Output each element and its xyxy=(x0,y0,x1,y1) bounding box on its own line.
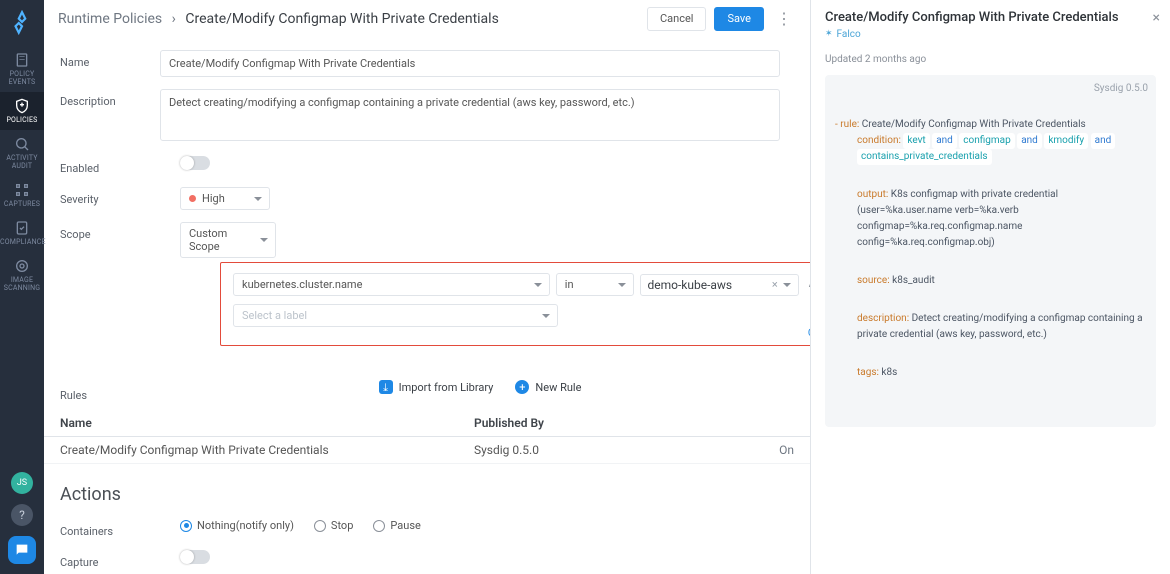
enabled-label: Enabled xyxy=(60,156,180,175)
actions-section-title: Actions xyxy=(44,464,810,513)
rules-label: Rules xyxy=(60,383,180,402)
name-input[interactable] xyxy=(160,50,780,77)
scope-add-select[interactable]: Select a label xyxy=(233,304,558,327)
close-icon[interactable]: × xyxy=(1153,10,1160,26)
col-name-header: Name xyxy=(60,416,474,430)
nav-policy-events[interactable]: POLICY EVENTS xyxy=(0,46,44,92)
new-rule-button[interactable]: + New Rule xyxy=(515,380,581,394)
user-avatar[interactable]: JS xyxy=(11,472,33,494)
import-library-button[interactable]: ⤓ Import from Library xyxy=(379,380,494,394)
plus-icon: + xyxy=(515,380,529,394)
radio-dot-icon xyxy=(314,520,326,532)
app-sidebar: POLICY EVENTS POLICIES ACTIVITY AUDIT CA… xyxy=(0,0,44,574)
capture-toggle[interactable] xyxy=(180,550,210,564)
breadcrumb-current: Create/Modify Configmap With Private Cre… xyxy=(185,11,498,27)
scope-value-tag: demo-kube-aws xyxy=(647,278,732,292)
rule-name-cell: Create/Modify Configmap With Private Cre… xyxy=(60,443,474,457)
rule-publisher-cell: Sysdig 0.5.0 xyxy=(474,443,754,457)
nav-label: CAPTURES xyxy=(0,200,44,208)
scope-operator-select[interactable]: in xyxy=(556,273,635,296)
description-input[interactable]: Detect creating/modifying a configmap co… xyxy=(160,89,780,141)
nav-label: POLICIES xyxy=(0,116,44,124)
radio-pause[interactable]: Pause xyxy=(373,519,420,532)
capture-label: Capture xyxy=(60,550,180,569)
save-button[interactable]: Save xyxy=(714,7,764,31)
severity-dot-icon xyxy=(189,195,196,202)
table-row[interactable]: Create/Modify Configmap With Private Cre… xyxy=(44,437,810,464)
radio-dot-icon xyxy=(373,520,385,532)
scope-key-select[interactable]: kubernetes.cluster.name xyxy=(233,273,550,296)
rule-on-cell: On xyxy=(754,443,794,457)
import-label: Import from Library xyxy=(399,381,494,394)
nav-activity-audit[interactable]: ACTIVITY AUDIT xyxy=(0,130,44,176)
scope-value-input[interactable]: demo-kube-aws × xyxy=(640,274,798,296)
name-label: Name xyxy=(60,50,160,69)
rule-detail-panel: × Create/Modify Configmap With Private C… xyxy=(810,0,1170,574)
scope-filter-box: kubernetes.cluster.name in demo-kube-aws… xyxy=(220,262,810,346)
falco-tag: Falco xyxy=(825,29,861,40)
tag-remove-icon[interactable]: × xyxy=(772,278,778,291)
enabled-toggle[interactable] xyxy=(180,156,210,170)
help-button[interactable]: ? xyxy=(11,504,33,526)
nav-label: ACTIVITY AUDIT xyxy=(0,154,44,170)
new-rule-label: New Rule xyxy=(535,381,581,394)
nav-label: POLICY EVENTS xyxy=(0,70,44,86)
nav-captures[interactable]: CAPTURES xyxy=(0,176,44,214)
scope-placeholder: Select a label xyxy=(242,309,307,322)
nav-compliance[interactable]: COMPLIANCE xyxy=(0,214,44,252)
import-icon: ⤓ xyxy=(379,380,393,394)
rules-table-header: Name Published By xyxy=(44,410,810,437)
nav-image-scanning[interactable]: IMAGE SCANNING xyxy=(0,252,44,298)
breadcrumb-sep: › xyxy=(172,11,176,27)
nav-label: COMPLIANCE xyxy=(0,238,44,246)
breadcrumb-root[interactable]: Runtime Policies xyxy=(58,11,162,27)
col-on-header xyxy=(754,416,794,430)
scope-key-value: kubernetes.cluster.name xyxy=(242,278,362,291)
containers-label: Containers xyxy=(60,519,180,538)
app-logo xyxy=(9,10,35,36)
radio-dot-icon xyxy=(180,520,192,532)
cancel-button[interactable]: Cancel xyxy=(647,7,706,31)
scope-operator-value: in xyxy=(565,278,574,291)
radio-stop[interactable]: Stop xyxy=(314,519,353,532)
nav-label: IMAGE SCANNING xyxy=(0,276,44,292)
severity-label: Severity xyxy=(60,187,180,206)
more-menu-icon[interactable]: ⋮ xyxy=(772,9,796,28)
severity-value: High xyxy=(202,192,225,205)
panel-title: Create/Modify Configmap With Private Cre… xyxy=(825,10,1156,25)
page-header: Runtime Policies › Create/Modify Configm… xyxy=(44,0,810,38)
scope-type-value: Custom Scope xyxy=(189,227,253,253)
rule-yaml-code: Sysdig 0.5.0 - rule: Create/Modify Confi… xyxy=(825,75,1156,427)
nav-policies[interactable]: POLICIES xyxy=(0,92,44,130)
col-publishedby-header: Published By xyxy=(474,416,754,430)
radio-nothing[interactable]: Nothing(notify only) xyxy=(180,519,294,532)
breadcrumb: Runtime Policies › Create/Modify Configm… xyxy=(58,11,499,27)
chat-button[interactable] xyxy=(8,536,36,564)
code-version-label: Sysdig 0.5.0 xyxy=(1094,81,1148,97)
severity-select[interactable]: High xyxy=(180,187,270,210)
scope-type-select[interactable]: Custom Scope xyxy=(180,222,276,258)
updated-label: Updated 2 months ago xyxy=(825,54,1156,65)
description-label: Description xyxy=(60,89,160,108)
scope-label: Scope xyxy=(60,222,180,241)
